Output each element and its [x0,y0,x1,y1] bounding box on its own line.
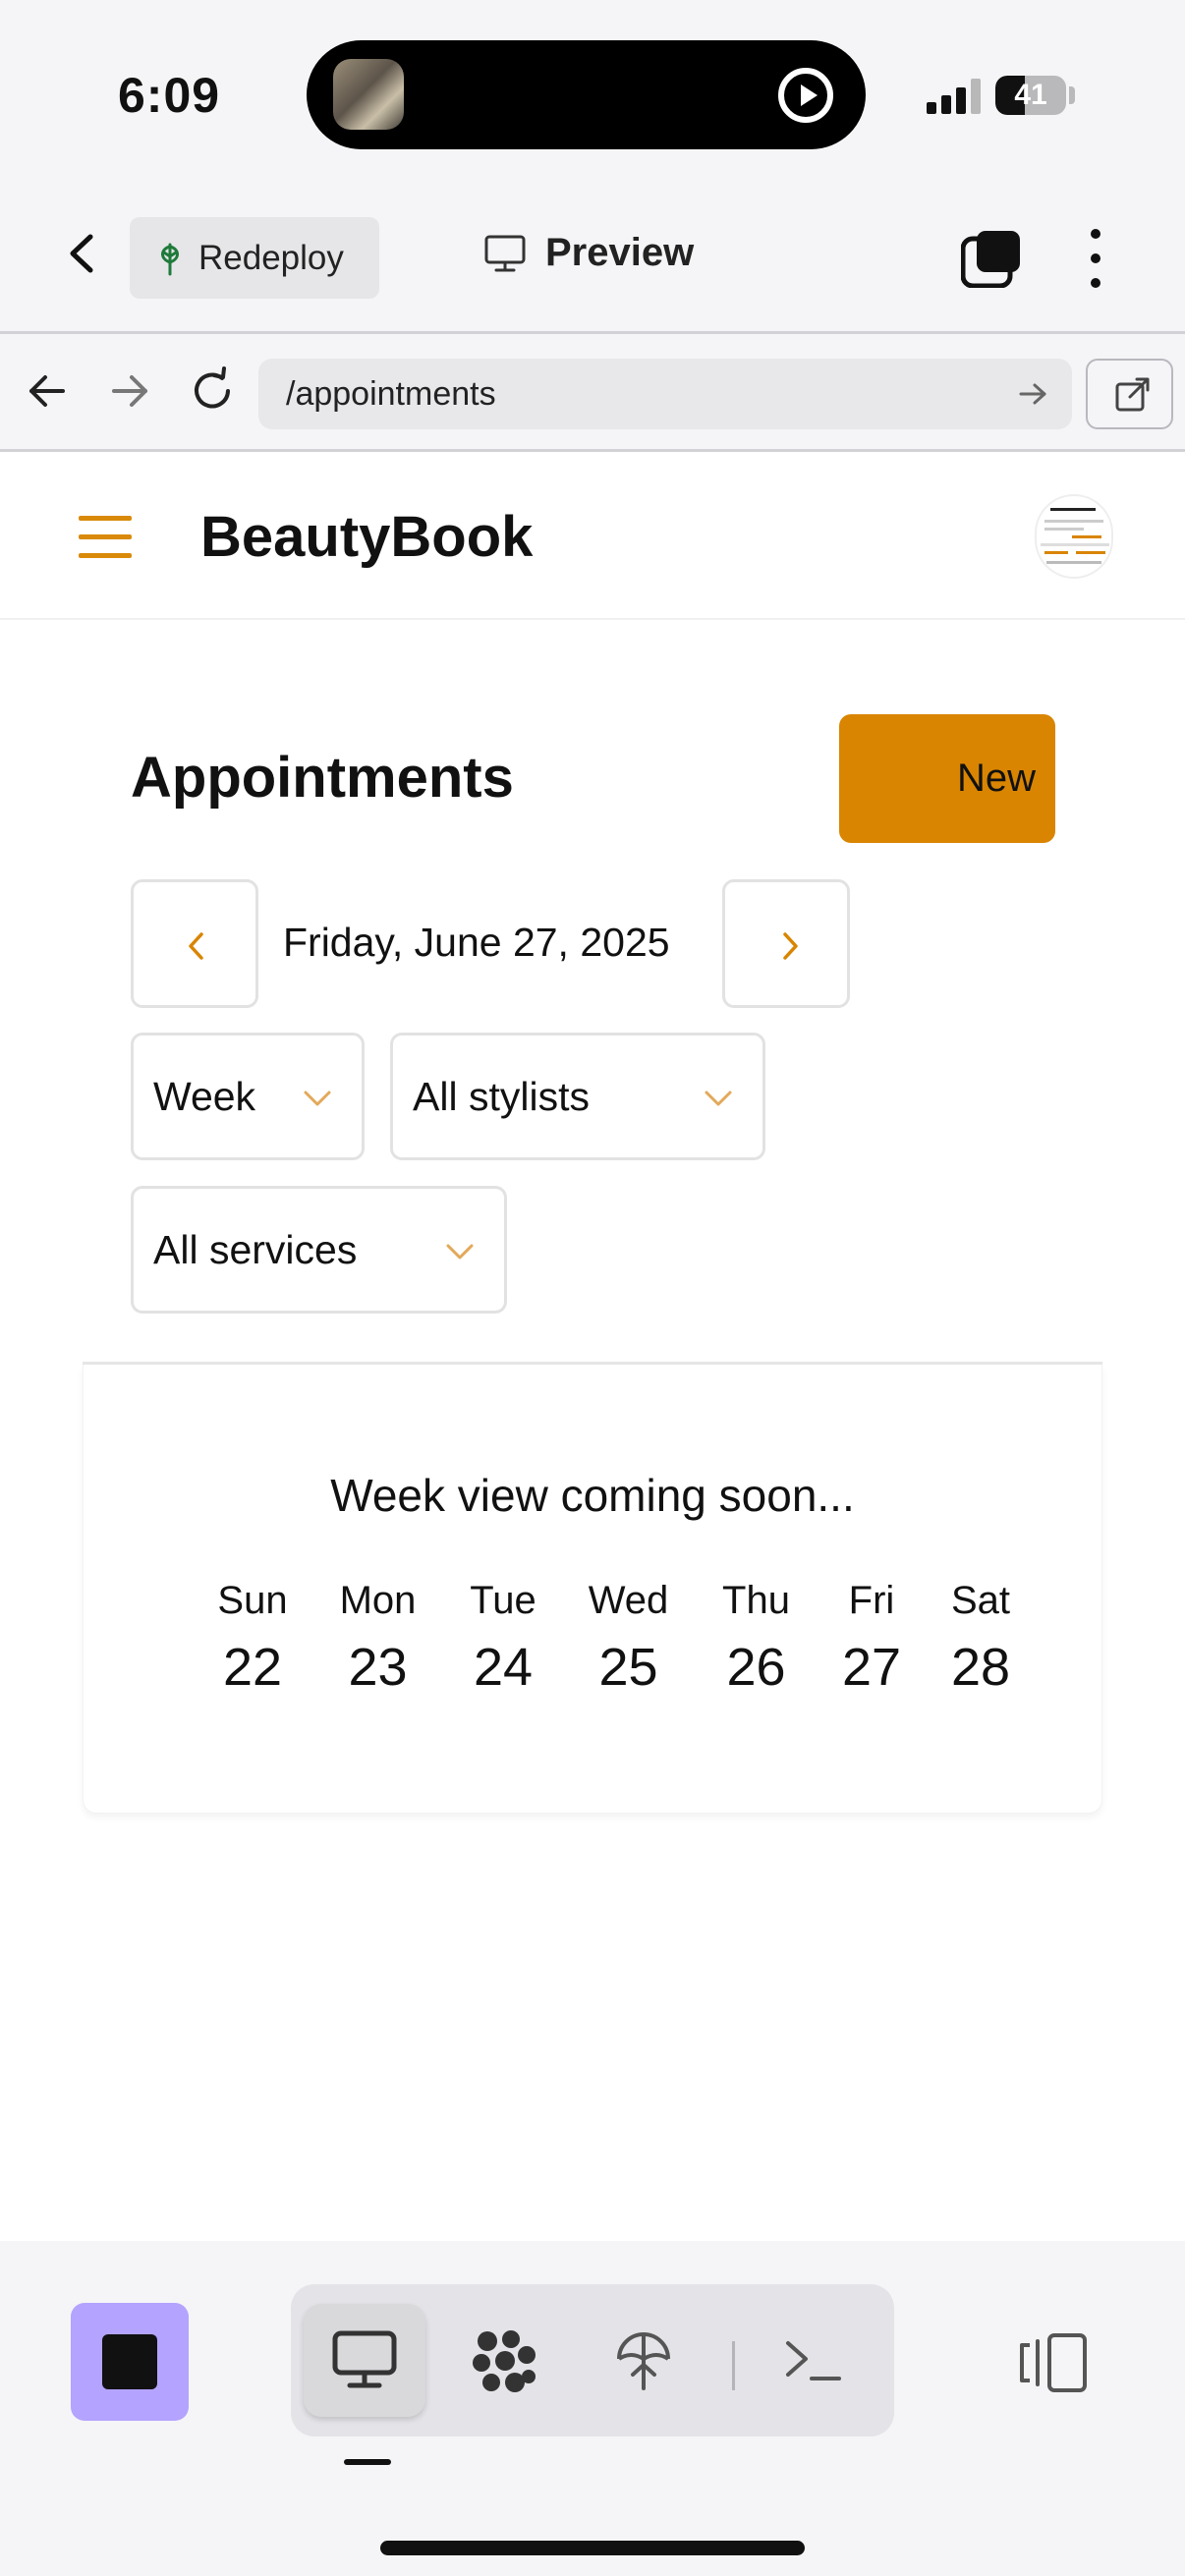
day-date: 24 [473,1638,534,1697]
home-indicator [380,2541,805,2555]
chevron-down-icon [304,1091,331,1106]
battery-icon: 41 [995,76,1066,115]
status-time: 6:09 [118,68,221,123]
day-column[interactable]: Thu 26 [695,1579,818,1698]
hamburger-icon[interactable] [79,514,132,561]
workspace-mode-button[interactable] [443,2304,565,2417]
chevron-left-icon [189,932,203,960]
tree-icon [161,243,179,275]
open-external-button[interactable] [1086,359,1173,429]
service-select[interactable]: All services [131,1186,507,1314]
signal-icon [927,79,986,114]
terminal-mode-button[interactable] [752,2304,874,2417]
chevron-right-icon [783,932,798,960]
app-header: BeautyBook [0,455,1185,620]
dots-grid-icon [473,2330,536,2392]
day-date: 28 [950,1638,1011,1697]
day-name: Thu [722,1579,790,1622]
tabs-icon[interactable] [961,229,1022,288]
chevron-left-icon[interactable] [59,229,108,278]
chevron-down-icon [705,1091,732,1106]
day-name: Tue [470,1579,536,1622]
now-playing-thumbnail [333,59,404,130]
day-date: 22 [222,1638,283,1697]
active-mode-indicator [344,2459,391,2465]
brand-name: BeautyBook [200,505,534,569]
day-date: 25 [598,1638,658,1697]
reload-icon[interactable] [185,364,240,419]
side-panel-icon[interactable] [1018,2331,1089,2394]
url-input[interactable]: /appointments [258,359,1072,429]
current-date: Friday, June 27, 2025 [283,920,670,965]
day-column[interactable]: Mon 23 [311,1579,444,1698]
view-select-value: Week [153,1073,256,1119]
bottom-toolbar [0,2241,1185,2576]
day-name: Sat [950,1579,1011,1622]
day-name: Mon [339,1579,417,1622]
app-toolbar: Redeploy Preview [0,192,1185,334]
day-column[interactable]: Fri 27 [818,1579,926,1698]
redeploy-button[interactable]: Redeploy [130,217,379,299]
terminal-icon [786,2341,841,2380]
monitor-icon [332,2330,397,2388]
desktop-mode-button[interactable] [304,2304,425,2417]
view-select[interactable]: Week [131,1033,365,1160]
arrow-left-icon[interactable] [20,364,75,419]
day-column[interactable]: Sun 22 [194,1579,311,1698]
mode-switcher [291,2284,894,2436]
redeploy-label: Redeploy [198,238,344,277]
day-column[interactable]: Tue 24 [444,1579,562,1698]
separator [732,2341,735,2390]
arrow-right-icon[interactable] [1015,376,1050,412]
url-text: /appointments [286,374,496,413]
week-view-message: Week view coming soon... [330,1470,855,1521]
status-bar: 6:09 41 [0,0,1185,192]
battery-level: 41 [1014,79,1047,111]
day-name: Wed [588,1579,669,1622]
day-date: 26 [726,1638,786,1697]
external-link-icon [1115,377,1150,412]
page-title: Appointments [131,746,514,810]
day-date: 23 [348,1638,408,1697]
stop-icon [102,2334,157,2389]
new-appointment-button[interactable]: New [839,714,1055,843]
previous-date-button[interactable] [131,879,258,1008]
avatar[interactable] [1035,494,1113,579]
deploy-icon [617,2332,670,2390]
monitor-icon [484,235,526,271]
service-select-value: All services [153,1226,358,1272]
preview-tab[interactable]: Preview [484,231,694,275]
week-view-card: Week view coming soon... Sun 22 Mon 23 T… [83,1365,1102,1814]
chevron-down-icon [446,1244,474,1260]
day-column[interactable]: Sat 28 [926,1579,1036,1698]
day-name: Fri [848,1579,895,1622]
day-column[interactable]: Wed 25 [562,1579,695,1698]
day-date: 27 [841,1638,902,1697]
play-icon [778,68,833,123]
week-days: Sun 22 Mon 23 Tue 24 Wed 25 Thu 26 Fri 2… [194,1579,1036,1698]
stylist-select-value: All stylists [413,1073,590,1119]
url-bar: /appointments [0,334,1185,452]
next-date-button[interactable] [722,879,850,1008]
arrow-right-icon[interactable] [102,364,157,419]
stylist-select[interactable]: All stylists [390,1033,765,1160]
kebab-icon[interactable] [1079,227,1112,290]
deploy-mode-button[interactable] [583,2304,705,2417]
preview-label: Preview [545,231,695,274]
stop-button[interactable] [71,2303,189,2421]
day-name: Sun [217,1579,288,1622]
dynamic-island [307,40,866,149]
